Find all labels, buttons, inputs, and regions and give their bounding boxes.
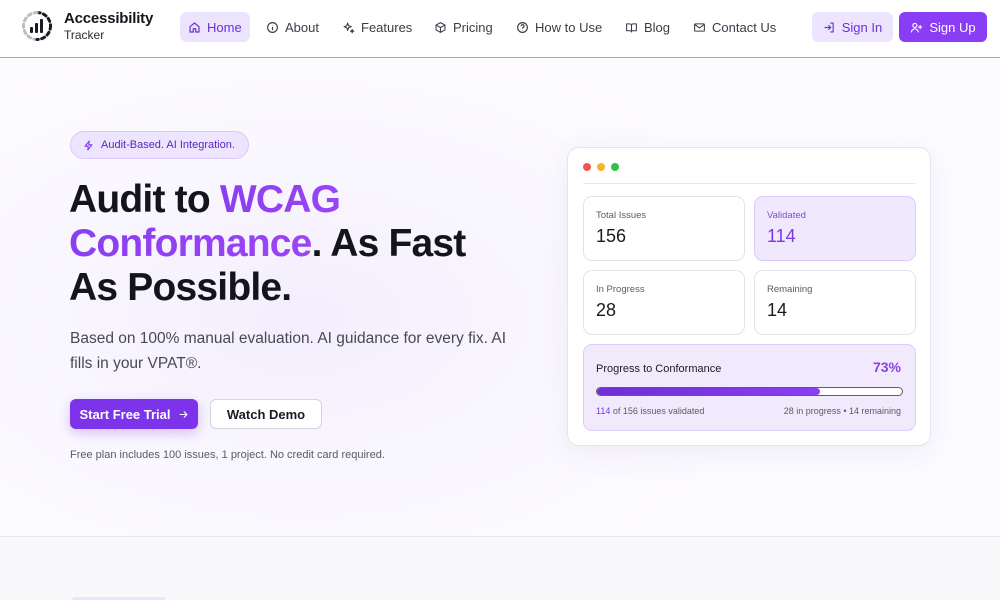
hero-headline: Audit to WCAG Conformance. As Fast As Pos… (69, 178, 509, 310)
hero-badge: Audit-Based. AI Integration. (70, 131, 249, 159)
top-nav: Accessibility Tracker Home About Feature… (0, 0, 1000, 58)
stat-value: 114 (767, 226, 796, 246)
window-dot-green (611, 163, 619, 171)
sign-in-icon (824, 21, 834, 33)
book-icon (626, 22, 637, 32)
sign-in-button[interactable]: Sign In (812, 12, 893, 42)
hero-badge-label: Audit-Based. AI Integration. (101, 139, 235, 151)
window-controls (583, 163, 625, 171)
arrow-right-icon (179, 410, 188, 418)
box-icon (435, 21, 446, 33)
card-divider (583, 183, 915, 184)
dashboard-preview-card: Total Issues 156 Validated 114 In Progre… (567, 147, 931, 446)
progress-validated-note: 114 of 156 issues validated (596, 406, 704, 416)
stat-label: Remaining (767, 284, 813, 295)
progress-bar-fill (597, 388, 820, 395)
window-dot-yellow (597, 163, 605, 171)
conformance-progress-panel: Progress to Conformance 73% 114 of 156 i… (583, 344, 916, 431)
info-icon (267, 21, 278, 33)
progress-status-note: 28 in progress • 14 remaining (783, 406, 901, 416)
nav-item-about[interactable]: About (258, 12, 327, 42)
lightning-icon (84, 140, 93, 150)
nav-label-contact-us: Contact Us (712, 19, 777, 35)
nav-label-how-to-use: How to Use (535, 19, 603, 35)
hero-fineprint: Free plan includes 100 issues, 1 project… (70, 449, 385, 461)
validated-suffix: of 156 issues validated (610, 406, 705, 416)
mail-icon (694, 22, 705, 32)
nav-item-blog[interactable]: Blog (617, 12, 678, 42)
nav-label-pricing: Pricing (453, 19, 493, 35)
window-dot-red (583, 163, 591, 171)
nav-label-blog: Blog (644, 19, 671, 35)
headline-part-1: Audit to (69, 178, 220, 221)
brand-subtitle: Tracker (64, 28, 105, 42)
stat-value: 28 (596, 300, 617, 320)
sign-up-label: Sign Up (929, 19, 976, 35)
nav-item-home[interactable]: Home (180, 12, 250, 42)
nav-item-contact-us[interactable]: Contact Us (685, 12, 784, 42)
stat-total-issues: Total Issues 156 (583, 196, 745, 261)
stat-label: Validated (767, 210, 806, 221)
watch-demo-button[interactable]: Watch Demo (210, 399, 322, 429)
sparkles-icon (343, 22, 355, 33)
stat-remaining: Remaining 14 (754, 270, 916, 335)
stat-in-progress: In Progress 28 (583, 270, 745, 335)
nav-item-pricing[interactable]: Pricing (426, 12, 501, 42)
start-free-trial-button[interactable]: Start Free Trial (70, 399, 198, 429)
sign-up-button[interactable]: Sign Up (899, 12, 987, 42)
progress-title: Progress to Conformance (596, 363, 722, 375)
headline-accent-wcag: WCAG (219, 178, 341, 221)
nav-label-home: Home (207, 19, 242, 35)
watch-demo-label: Watch Demo (226, 406, 306, 422)
start-free-trial-label: Start Free Trial (79, 406, 171, 422)
brand-title: Accessibility (64, 10, 154, 27)
nav-label-features: Features (361, 19, 413, 35)
sign-in-label: Sign In (841, 19, 883, 35)
stat-label: Total Issues (596, 210, 647, 221)
logo-mark-icon (21, 11, 52, 41)
stat-label: In Progress (596, 284, 645, 295)
brand-logo[interactable]: Accessibility Tracker (20, 9, 153, 43)
nav-label-about: About (285, 19, 319, 35)
stat-value: 156 (596, 226, 627, 246)
help-circle-icon (517, 21, 528, 33)
stat-value: 14 (767, 300, 788, 320)
progress-bar (596, 387, 903, 396)
nav-item-how-to-use[interactable]: How to Use (508, 12, 610, 42)
validated-count: 114 (596, 406, 611, 416)
hero-subtext: Based on 100% manual evaluation. AI guid… (70, 330, 506, 372)
progress-percent: 73% (872, 359, 901, 375)
next-section (0, 536, 1000, 600)
user-plus-icon (911, 22, 923, 33)
stat-validated: Validated 114 (754, 196, 916, 261)
nav-item-features[interactable]: Features (334, 12, 420, 42)
headline-accent-conformance: Conformance (69, 222, 312, 265)
home-icon (189, 21, 200, 33)
